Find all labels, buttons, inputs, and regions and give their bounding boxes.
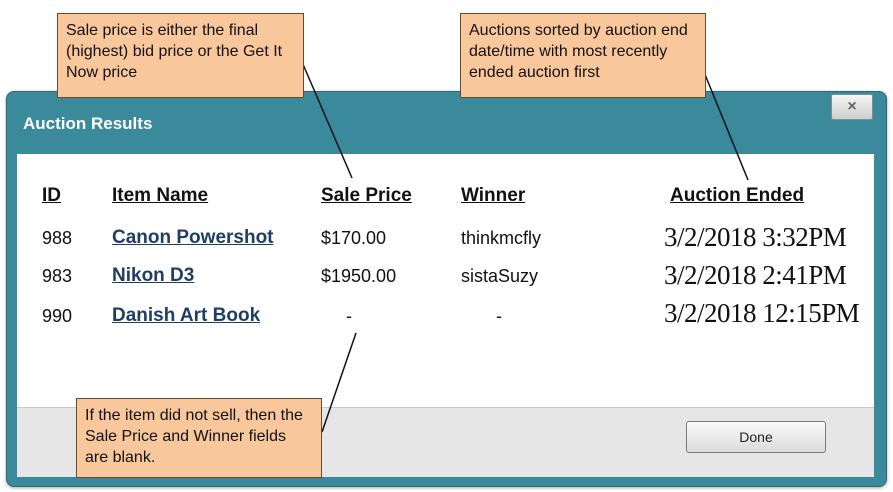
sorting-pointer [703, 71, 749, 181]
blank-pointer [321, 332, 357, 433]
callout-blank-fields: If the item did not sell, then the Sale … [76, 398, 322, 478]
callout-sale-price: Sale price is either the final (highest)… [57, 13, 304, 98]
callout-sorting: Auctions sorted by auction end date/time… [460, 13, 706, 98]
sale-price-pointer [301, 61, 353, 179]
